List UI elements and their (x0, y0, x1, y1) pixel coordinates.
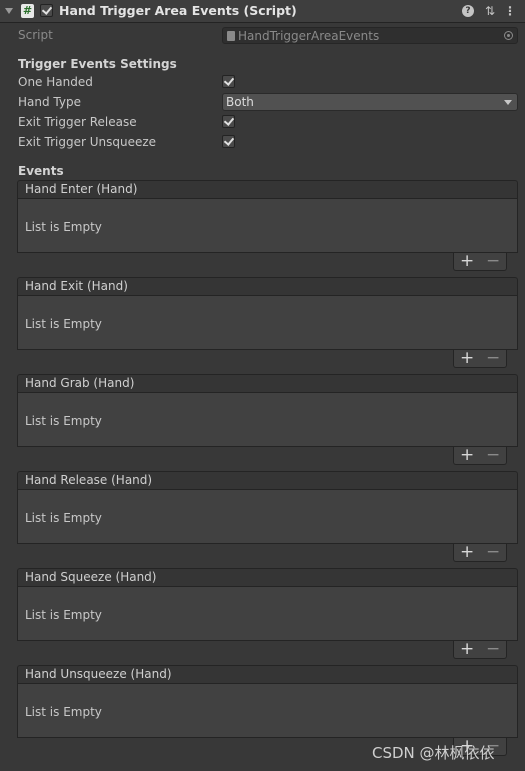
watermark: CSDN @林枫依依 (372, 744, 495, 762)
event-list-footer: + − (453, 445, 507, 465)
hand-type-label: Hand Type (18, 95, 81, 109)
event-list-footer: + − (453, 251, 507, 271)
event-header: Hand Unsqueeze (Hand) (17, 665, 518, 684)
event-list-body: List is Empty (17, 684, 518, 738)
list-empty-text: List is Empty (25, 608, 102, 622)
component-enabled-checkbox[interactable] (40, 4, 53, 17)
remove-item-button[interactable]: − (486, 542, 500, 562)
one-handed-checkbox[interactable] (222, 75, 235, 88)
settings-heading: Trigger Events Settings (18, 57, 177, 71)
hand-type-dropdown[interactable]: Both (222, 93, 518, 111)
add-item-button[interactable]: + (460, 251, 474, 271)
file-icon (227, 31, 235, 41)
one-handed-label: One Handed (18, 75, 93, 89)
event-list-body: List is Empty (17, 393, 518, 447)
add-item-button[interactable]: + (460, 348, 474, 368)
help-icon[interactable]: ? (462, 5, 474, 17)
object-picker-icon[interactable] (504, 31, 513, 40)
event-header: Hand Release (Hand) (17, 471, 518, 490)
list-empty-text: List is Empty (25, 705, 102, 719)
add-item-button[interactable]: + (460, 639, 474, 659)
events-heading: Events (18, 164, 64, 178)
exit-trigger-unsqueeze-checkbox[interactable] (222, 135, 235, 148)
exit-trigger-release-checkbox[interactable] (222, 115, 235, 128)
event-title: Hand Enter (Hand) (25, 182, 138, 196)
script-name: HandTriggerAreaEvents (238, 29, 380, 43)
kebab-menu-icon[interactable]: ⋮ (503, 3, 517, 19)
event-title: Hand Exit (Hand) (25, 279, 128, 293)
script-icon: # (21, 4, 34, 18)
event-header: Hand Enter (Hand) (17, 180, 518, 199)
script-object-field[interactable]: HandTriggerAreaEvents (222, 27, 518, 44)
event-list-body: List is Empty (17, 199, 518, 253)
remove-item-button[interactable]: − (486, 445, 500, 465)
component-header[interactable]: # Hand Trigger Area Events (Script) ? ⇅ … (0, 0, 525, 23)
event-header: Hand Grab (Hand) (17, 374, 518, 393)
foldout-arrow-icon[interactable] (5, 8, 13, 14)
remove-item-button[interactable]: − (486, 251, 500, 271)
event-header: Hand Exit (Hand) (17, 277, 518, 296)
remove-item-button[interactable]: − (486, 639, 500, 659)
event-list-footer: + − (453, 542, 507, 562)
event-title: Hand Release (Hand) (25, 473, 153, 487)
remove-item-button[interactable]: − (486, 348, 500, 368)
component-title: Hand Trigger Area Events (Script) (59, 3, 297, 18)
event-list-body: List is Empty (17, 587, 518, 641)
event-title: Hand Squeeze (Hand) (25, 570, 157, 584)
exit-trigger-release-label: Exit Trigger Release (18, 115, 137, 129)
add-item-button[interactable]: + (460, 445, 474, 465)
event-list-body: List is Empty (17, 490, 518, 544)
preset-sliders-icon[interactable]: ⇅ (483, 3, 497, 19)
add-item-button[interactable]: + (460, 542, 474, 562)
event-list-footer: + − (453, 348, 507, 368)
event-header: Hand Squeeze (Hand) (17, 568, 518, 587)
chevron-down-icon (504, 100, 512, 105)
script-label: Script (18, 28, 53, 42)
list-empty-text: List is Empty (25, 511, 102, 525)
hand-type-value: Both (226, 95, 254, 109)
event-title: Hand Grab (Hand) (25, 376, 135, 390)
list-empty-text: List is Empty (25, 414, 102, 428)
event-title: Hand Unsqueeze (Hand) (25, 667, 172, 681)
event-list-footer: + − (453, 639, 507, 659)
exit-trigger-unsqueeze-label: Exit Trigger Unsqueeze (18, 135, 157, 149)
list-empty-text: List is Empty (25, 317, 102, 331)
list-empty-text: List is Empty (25, 220, 102, 234)
event-list-body: List is Empty (17, 296, 518, 350)
